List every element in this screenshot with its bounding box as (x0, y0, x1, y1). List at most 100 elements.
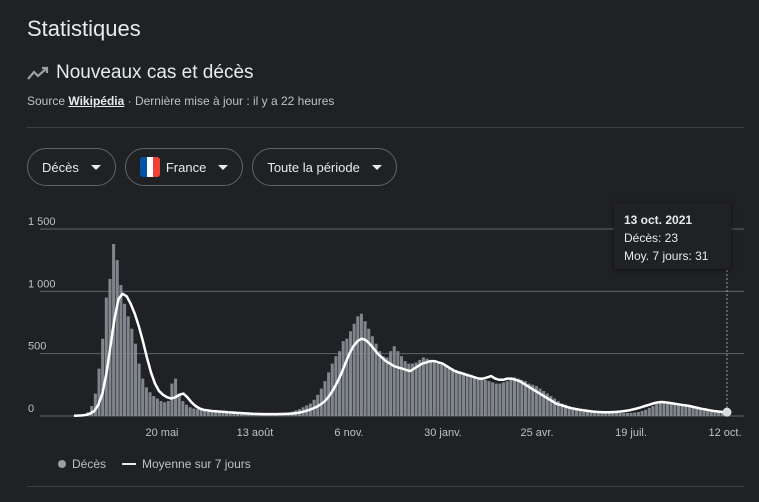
country-dropdown[interactable]: France (124, 148, 244, 186)
bar (414, 362, 418, 416)
chart-legend: Décès Moyenne sur 7 jours (58, 457, 251, 471)
bar (647, 407, 651, 416)
bar (348, 331, 353, 416)
legend-bars-marker (58, 460, 66, 468)
bar (480, 378, 484, 416)
bar (195, 409, 199, 416)
bar (432, 362, 436, 416)
bar (498, 383, 502, 416)
bar (345, 338, 349, 416)
metric-label: Décès (42, 159, 79, 175)
y-tick-label: 1 500 (28, 216, 56, 228)
bar (352, 323, 356, 416)
bar (123, 303, 127, 416)
bar (633, 412, 637, 416)
source-link[interactable]: Wikipédia (68, 94, 124, 108)
bar (181, 401, 185, 416)
bar (155, 398, 159, 416)
bar (188, 407, 192, 416)
hover-point (722, 407, 732, 417)
bar (421, 357, 425, 416)
bar (148, 392, 152, 416)
bar (636, 412, 640, 416)
bar (640, 411, 644, 416)
bar (618, 412, 622, 416)
bar (104, 297, 108, 416)
chart-tooltip: 13 oct. 2021 Décès: 23 Moy. 7 jours: 31 (614, 203, 731, 269)
bar (341, 341, 345, 416)
bar (447, 367, 451, 416)
bar (159, 401, 163, 416)
bar (709, 411, 713, 416)
bar (706, 411, 710, 416)
bar (144, 387, 148, 416)
bar (676, 404, 681, 416)
period-dropdown[interactable]: Toute la période (252, 148, 397, 186)
bar (392, 346, 396, 416)
filter-bar: Décès France Toute la période (27, 148, 397, 186)
section-header: Nouveaux cas et décès (27, 62, 254, 84)
bar (454, 369, 458, 416)
bar (436, 363, 440, 416)
trending-icon (27, 66, 49, 80)
bar (443, 366, 447, 416)
chevron-down-icon (371, 164, 382, 170)
x-tick-label: 6 nov. (334, 427, 363, 439)
bar (458, 371, 462, 416)
legend-bars-label: Décès (72, 457, 107, 471)
bar (713, 412, 717, 416)
metric-dropdown[interactable]: Décès (27, 148, 116, 186)
source-prefix: Source (27, 94, 66, 108)
bar (152, 396, 156, 416)
bar (651, 406, 655, 416)
bar (658, 402, 662, 416)
divider (27, 486, 744, 487)
bar (494, 383, 498, 416)
bar (93, 393, 97, 416)
bar (192, 408, 196, 416)
bar (516, 378, 520, 416)
bar (166, 401, 170, 416)
bar (662, 402, 666, 416)
bar (338, 351, 342, 416)
bar (425, 358, 429, 416)
x-tick-label: 13 août (237, 427, 274, 439)
bar (170, 383, 174, 416)
bar (465, 373, 469, 416)
bar (356, 316, 360, 416)
x-tick-label: 30 janv. (424, 427, 462, 439)
bar (451, 368, 455, 416)
bar (378, 351, 382, 416)
legend-line-marker (122, 463, 137, 465)
bar (483, 379, 487, 416)
bar (184, 404, 189, 416)
bar (396, 351, 400, 416)
bar (698, 409, 702, 416)
bar (684, 405, 688, 416)
bar (418, 359, 422, 416)
x-tick-label: 20 mai (145, 427, 178, 439)
bar (520, 379, 524, 416)
bar (400, 356, 404, 416)
bar (385, 357, 389, 416)
bar (673, 403, 677, 416)
bar (625, 413, 629, 416)
source-line: Source Wikipédia · Dernière mise à jour … (27, 94, 334, 108)
bar (615, 412, 619, 416)
bar (512, 377, 517, 416)
bar (97, 368, 101, 416)
bar (629, 412, 633, 416)
bar (133, 343, 137, 416)
page-title: Statistiques (27, 16, 141, 41)
bar (429, 361, 433, 416)
tooltip-date: 13 oct. 2021 (624, 213, 693, 227)
divider (27, 127, 744, 128)
bar (101, 338, 105, 416)
bar (141, 378, 145, 416)
chevron-down-icon (90, 164, 101, 170)
bar (666, 402, 670, 416)
tooltip-average: Moy. 7 jours: 31 (624, 249, 709, 263)
x-tick-label: 12 oct. (708, 427, 741, 439)
country-label: France (165, 159, 207, 175)
bar (461, 372, 465, 416)
